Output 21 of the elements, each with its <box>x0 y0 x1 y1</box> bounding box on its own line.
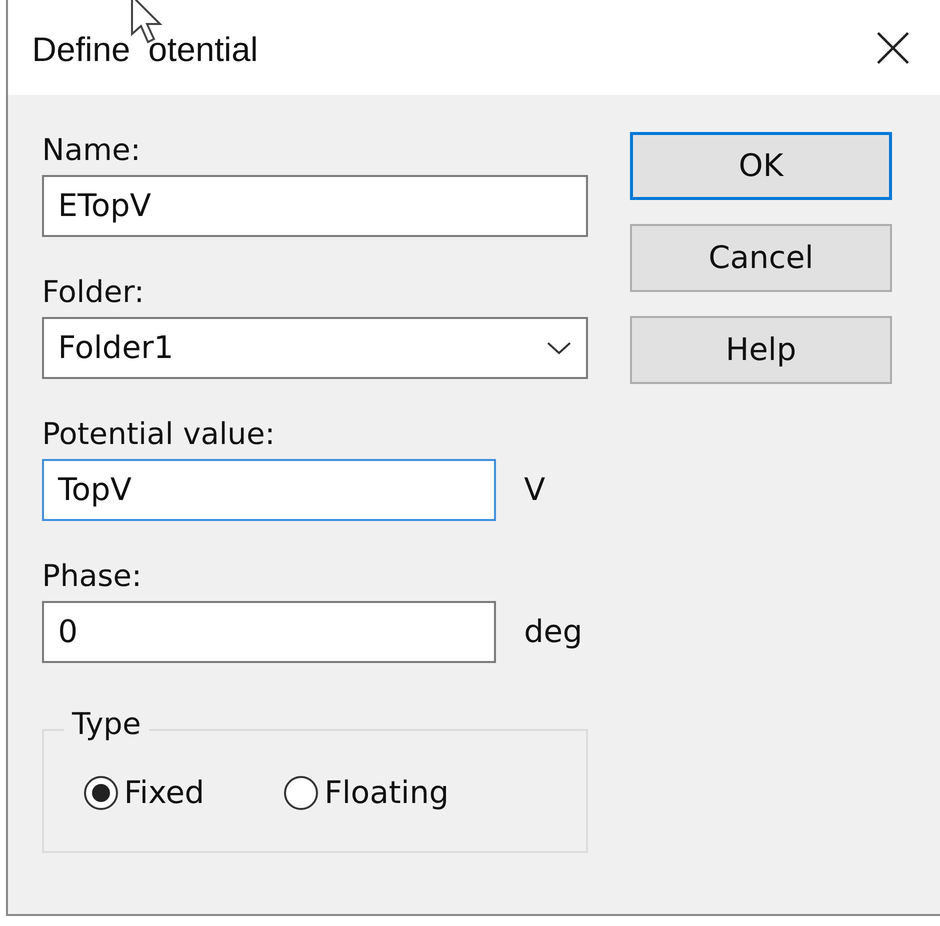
window-title: Define <box>32 30 130 70</box>
input-field[interactable]: TopV <box>42 459 496 521</box>
dialog-button[interactable]: Cancel <box>630 224 892 292</box>
radio-option[interactable]: Fixed <box>84 775 204 811</box>
field-label: Folder: <box>42 274 146 312</box>
input-field[interactable]: ETopV <box>42 175 588 237</box>
radio-button[interactable] <box>84 776 118 810</box>
unit-label: V <box>524 472 546 508</box>
window-title: otential <box>148 30 258 70</box>
folder-dropdown[interactable]: Folder1 <box>42 317 588 379</box>
chevron-down-icon <box>546 340 572 356</box>
dialog-button[interactable]: Help <box>630 316 892 384</box>
close-icon[interactable] <box>876 30 910 64</box>
radio-button[interactable] <box>284 776 318 810</box>
dialog-button[interactable]: OK <box>630 132 892 200</box>
field-label: Name: <box>42 132 142 170</box>
unit-label: deg <box>524 614 582 650</box>
radio-option[interactable]: Floating <box>284 775 449 811</box>
field-label: Phase: <box>42 558 143 596</box>
input-field[interactable]: 0 <box>42 601 496 663</box>
field-label: Potential value: <box>42 416 276 454</box>
